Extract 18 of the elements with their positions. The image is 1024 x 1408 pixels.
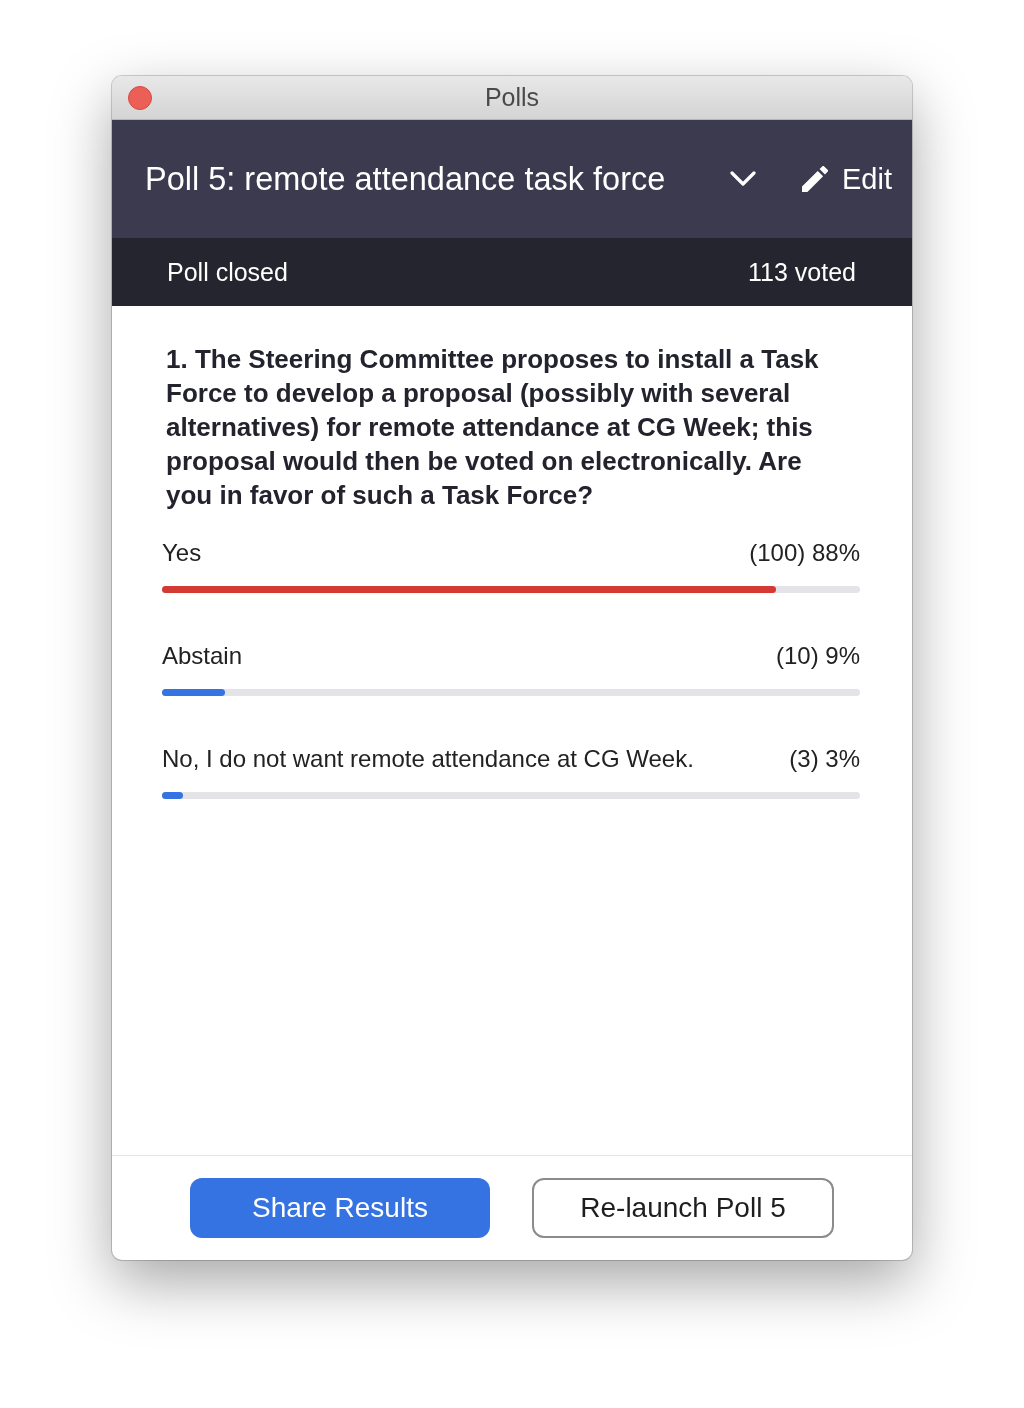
answer-label: Yes — [162, 539, 202, 567]
poll-title: Poll 5: remote attendance task force — [145, 160, 667, 198]
relaunch-poll-button[interactable]: Re-launch Poll 5 — [532, 1178, 834, 1238]
window-title: Polls — [484, 83, 540, 112]
pencil-icon — [802, 166, 828, 192]
close-icon[interactable] — [128, 86, 152, 110]
question-text: 1. The Steering Committee proposes to install a Task Force to develop a proposal (possibly with several alternatives) for remote attendance at CG Week; this proposal would then be voted on electronically. Are you in favor of such a Task Force? — [166, 343, 820, 512]
vote-count: 113 voted — [748, 257, 856, 287]
share-results-button[interactable]: Share Results — [190, 1178, 490, 1238]
answer-result: (10) 9% — [775, 642, 860, 670]
answer-label: No, I do not want remote attendance at CG Week. — [162, 745, 694, 773]
poll-state: Poll closed — [167, 257, 288, 287]
edit-button[interactable]: Edit — [802, 162, 892, 196]
answer-result: (3) 3% — [789, 745, 860, 773]
answer-result: (100) 88% — [749, 539, 860, 567]
answer-label: Abstain — [162, 642, 243, 670]
chevron-down-icon — [730, 171, 756, 187]
dropdown-button[interactable] — [730, 171, 756, 187]
